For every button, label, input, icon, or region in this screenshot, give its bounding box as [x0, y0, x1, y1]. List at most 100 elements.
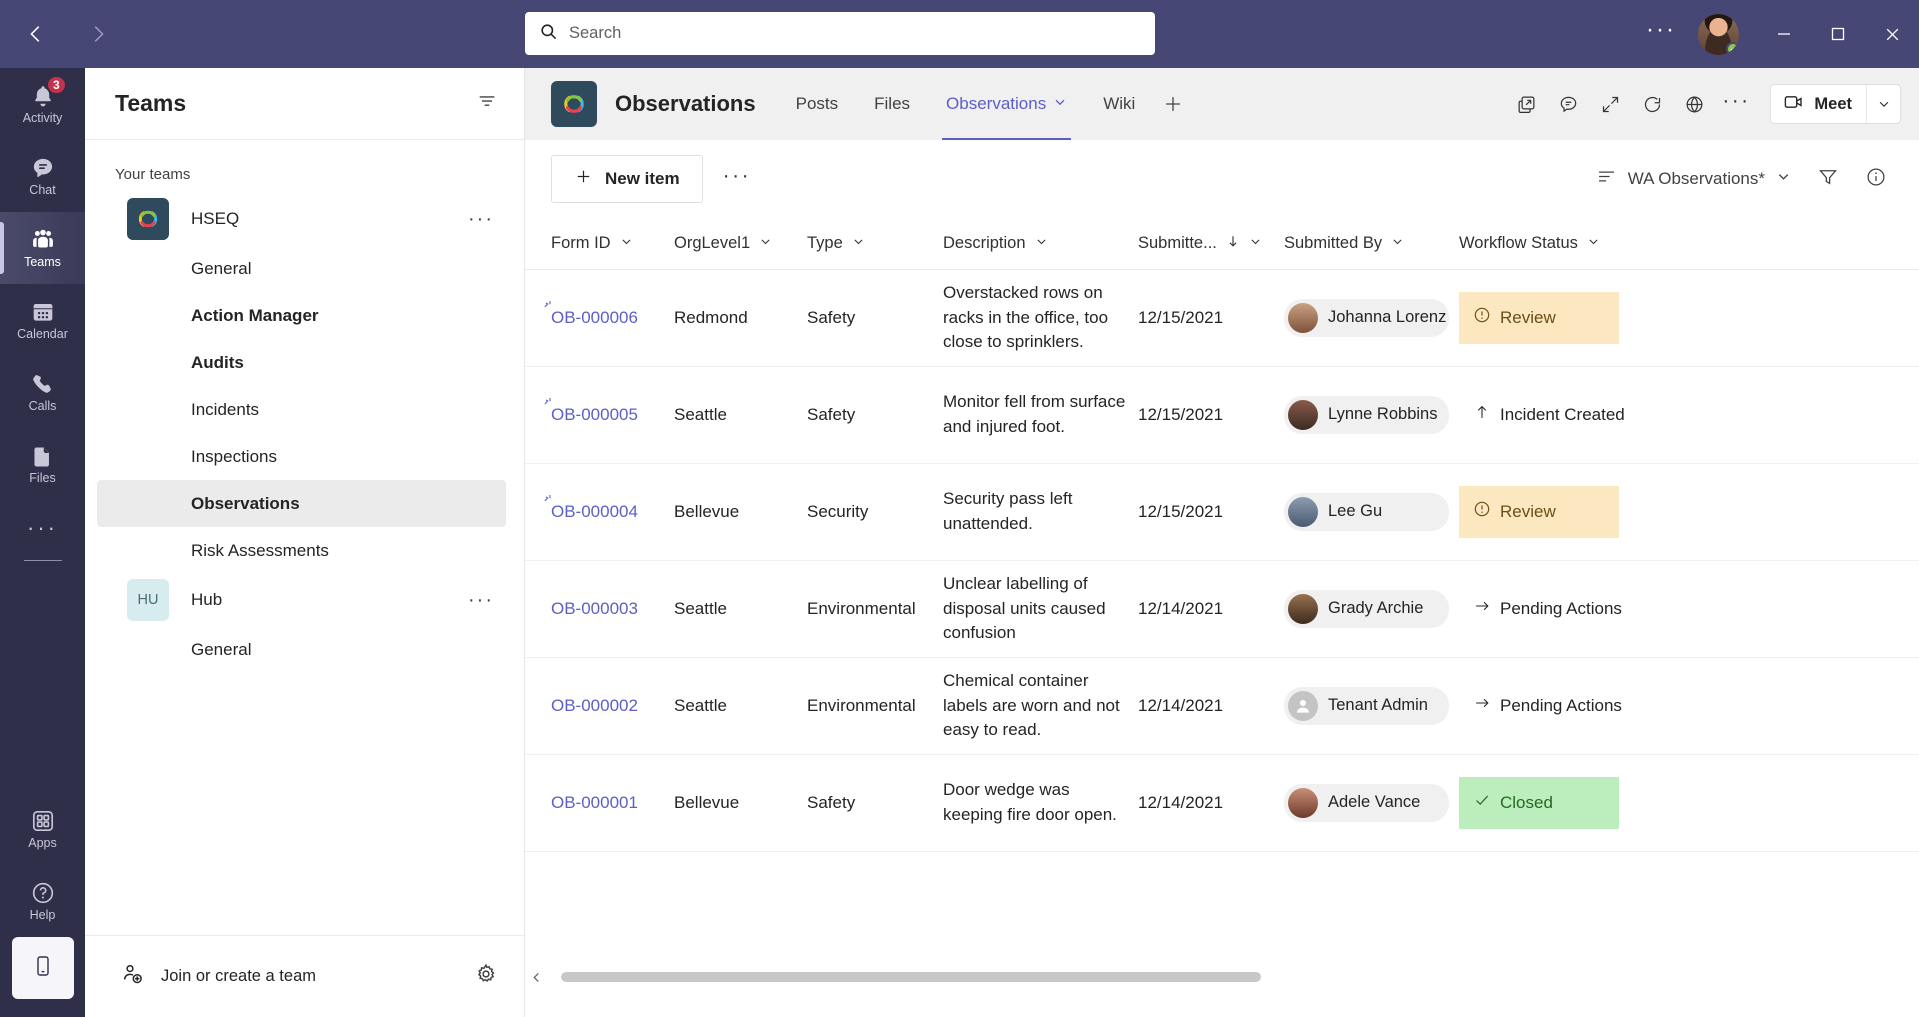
- cell-form-id[interactable]: OB-000004: [551, 500, 674, 525]
- view-switcher[interactable]: WA Observations*: [1586, 158, 1801, 200]
- tab-observations[interactable]: Observations: [928, 68, 1085, 140]
- person-chip[interactable]: Johanna Lorenz: [1284, 299, 1449, 337]
- channel-general-hseq[interactable]: General: [97, 245, 506, 292]
- open-in-new-window-icon[interactable]: [1506, 84, 1546, 124]
- forward-button[interactable]: [76, 12, 120, 56]
- channel-incidents[interactable]: Incidents: [97, 386, 506, 433]
- cell-type: Security: [807, 500, 943, 525]
- cell-submitted-by: Lynne Robbins: [1284, 396, 1459, 434]
- join-or-create-team-button[interactable]: Join or create a team: [121, 962, 316, 991]
- column-header-workflow-status[interactable]: Workflow Status: [1459, 218, 1659, 269]
- close-button[interactable]: [1865, 0, 1919, 68]
- table-row[interactable]: OB-000002 Seattle Environmental Chemical…: [525, 658, 1919, 755]
- tab-posts[interactable]: Posts: [778, 68, 857, 140]
- team-more-options-button[interactable]: ···: [468, 209, 494, 229]
- tab-wiki[interactable]: Wiki: [1085, 68, 1153, 140]
- form-id-link[interactable]: OB-000006: [551, 306, 638, 331]
- channel-observations[interactable]: Observations: [97, 480, 506, 527]
- search-bar[interactable]: Search: [525, 12, 1155, 55]
- form-id-link[interactable]: OB-000001: [551, 791, 638, 816]
- column-label: Type: [807, 234, 843, 253]
- column-header-form-id[interactable]: Form ID: [551, 218, 674, 269]
- rail-item-teams[interactable]: Teams: [0, 212, 85, 284]
- form-id-link[interactable]: OB-000005: [551, 403, 638, 428]
- expand-icon[interactable]: [1590, 84, 1630, 124]
- column-header-description[interactable]: Description: [943, 218, 1138, 269]
- details-info-button[interactable]: [1855, 158, 1897, 200]
- column-header-orglevel1[interactable]: OrgLevel1: [674, 218, 807, 269]
- avatar: [1288, 691, 1318, 721]
- scroll-left-arrow[interactable]: [525, 966, 547, 988]
- add-tab-button[interactable]: [1153, 68, 1193, 140]
- chevron-down-icon: [852, 234, 865, 253]
- rail-item-files[interactable]: Files: [0, 428, 85, 500]
- cell-form-id[interactable]: OB-000001: [551, 791, 674, 816]
- manage-teams-settings-button[interactable]: [474, 962, 498, 991]
- person-name: Tenant Admin: [1328, 694, 1428, 718]
- cell-form-id[interactable]: OB-000003: [551, 597, 674, 622]
- back-button[interactable]: [14, 12, 58, 56]
- globe-icon[interactable]: [1674, 84, 1714, 124]
- rail-item-activity[interactable]: Activity 3: [0, 68, 85, 140]
- teams-filter-button[interactable]: [476, 90, 498, 117]
- team-hub[interactable]: HU Hub ···: [97, 574, 506, 626]
- person-chip[interactable]: Lee Gu: [1284, 493, 1449, 531]
- new-item-button[interactable]: New item: [551, 155, 703, 203]
- meet-options-caret[interactable]: [1866, 85, 1900, 123]
- download-mobile-app-button[interactable]: [12, 937, 74, 999]
- chevron-down-icon[interactable]: [1053, 94, 1067, 114]
- maximize-button[interactable]: [1811, 0, 1865, 68]
- meet-button[interactable]: Meet: [1771, 85, 1866, 123]
- table-row[interactable]: OB-000004 Bellevue Security Security pas…: [525, 464, 1919, 561]
- tab-label: Wiki: [1103, 94, 1135, 114]
- rail-item-chat[interactable]: Chat: [0, 140, 85, 212]
- table-row[interactable]: OB-000001 Bellevue Safety Door wedge was…: [525, 755, 1919, 852]
- scrollbar-track[interactable]: [547, 972, 1919, 982]
- team-more-options-button[interactable]: ···: [468, 590, 494, 610]
- channel-inspections[interactable]: Inspections: [97, 433, 506, 480]
- form-id-link[interactable]: OB-000002: [551, 694, 638, 719]
- filter-button[interactable]: [1807, 158, 1849, 200]
- table-row[interactable]: OB-000005 Seattle Safety Monitor fell fr…: [525, 367, 1919, 464]
- cell-workflow-status: Closed: [1459, 777, 1659, 830]
- teams-panel: Teams Your teams HSEQ ··· General Action…: [85, 68, 525, 1017]
- table-row[interactable]: OB-000006 Redmond Safety Overstacked row…: [525, 270, 1919, 367]
- channel-risk-assessments[interactable]: Risk Assessments: [97, 527, 506, 574]
- column-header-submitted-by[interactable]: Submitted By: [1284, 218, 1459, 269]
- person-chip[interactable]: Grady Archie: [1284, 590, 1449, 628]
- minimize-button[interactable]: [1757, 0, 1811, 68]
- rail-item-calls[interactable]: Calls: [0, 356, 85, 428]
- person-chip[interactable]: Tenant Admin: [1284, 687, 1449, 725]
- column-header-submitted[interactable]: Submitte...: [1138, 218, 1284, 269]
- tab-files[interactable]: Files: [856, 68, 928, 140]
- cell-form-id[interactable]: OB-000002: [551, 694, 674, 719]
- team-hseq[interactable]: HSEQ ···: [97, 193, 506, 245]
- person-chip[interactable]: Lynne Robbins: [1284, 396, 1449, 434]
- rail-more-apps-button[interactable]: ···: [0, 500, 85, 556]
- person-chip[interactable]: Adele Vance: [1284, 784, 1449, 822]
- cell-form-id[interactable]: OB-000006: [551, 306, 674, 331]
- settings-and-more-button[interactable]: ···: [1632, 18, 1690, 42]
- column-header-type[interactable]: Type: [807, 218, 943, 269]
- channel-audits[interactable]: Audits: [97, 339, 506, 386]
- form-id-link[interactable]: OB-000004: [551, 500, 638, 525]
- user-avatar[interactable]: [1698, 14, 1739, 55]
- form-id-link[interactable]: OB-000003: [551, 597, 638, 622]
- refresh-icon[interactable]: [1632, 84, 1672, 124]
- cell-orglevel1: Seattle: [674, 597, 807, 622]
- cell-form-id[interactable]: OB-000005: [551, 403, 674, 428]
- channel-action-manager[interactable]: Action Manager: [97, 292, 506, 339]
- status-badge: Incident Created: [1459, 389, 1649, 442]
- rail-item-help[interactable]: Help: [0, 865, 85, 937]
- more-icon[interactable]: ···: [1716, 84, 1756, 124]
- command-more-button[interactable]: ···: [723, 165, 751, 186]
- table-row[interactable]: OB-000003 Seattle Environmental Unclear …: [525, 561, 1919, 658]
- channel-general-hub[interactable]: General: [97, 626, 506, 673]
- channel-label: Inspections: [191, 447, 277, 467]
- scrollbar-thumb[interactable]: [561, 972, 1261, 982]
- cell-submitted-date: 12/15/2021: [1138, 306, 1284, 331]
- rail-item-calendar[interactable]: Calendar: [0, 284, 85, 356]
- chat-bubble-icon[interactable]: [1548, 84, 1588, 124]
- horizontal-scrollbar[interactable]: [525, 966, 1919, 988]
- rail-item-apps[interactable]: Apps: [0, 793, 85, 865]
